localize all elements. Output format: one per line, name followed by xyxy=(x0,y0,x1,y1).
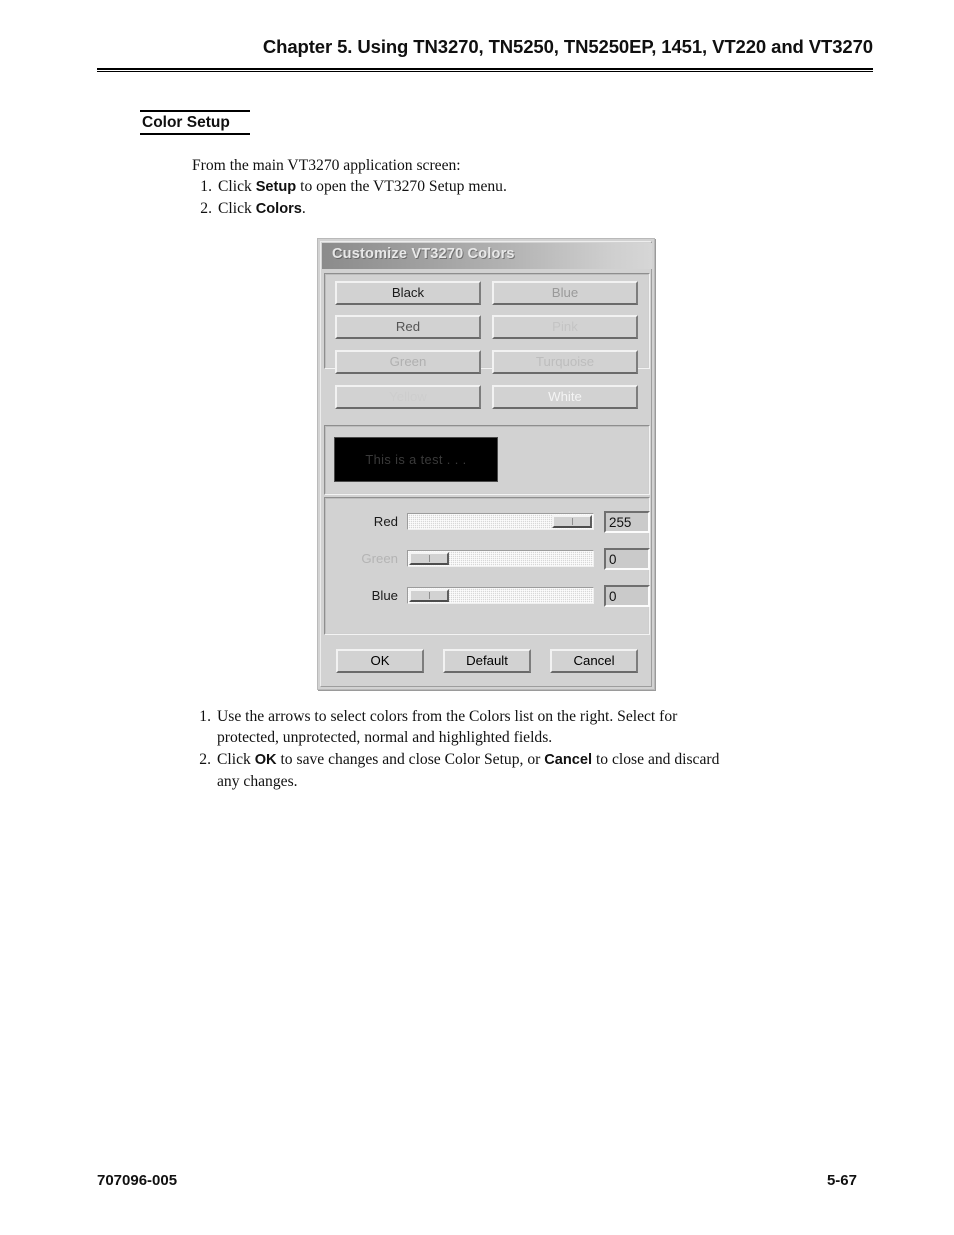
list-item: 1. Use the arrows to select colors from t… xyxy=(192,706,790,748)
intro-block: From the main VT3270 application screen:… xyxy=(192,155,792,220)
list-item: 2. Click OK to save changes and close Col… xyxy=(192,749,790,792)
color-button-label: Yellow xyxy=(389,389,427,405)
color-button-white[interactable]: White xyxy=(492,385,638,409)
value-field-blue[interactable]: 0 xyxy=(604,585,650,607)
color-button-black[interactable]: Black xyxy=(335,281,481,305)
value-text: 255 xyxy=(609,514,632,530)
color-button-label: White xyxy=(548,389,582,405)
step-text-line1: Use the arrows to select colors from the… xyxy=(217,708,678,725)
step-text-pre: Click xyxy=(217,751,255,768)
default-button[interactable]: Default xyxy=(443,649,531,673)
value-text: 0 xyxy=(609,588,617,604)
value-text: 0 xyxy=(609,551,617,567)
step-text-pre: Click xyxy=(218,200,256,217)
slider-label-green: Green xyxy=(361,551,398,566)
button-label: Default xyxy=(466,653,508,669)
slider-thumb-green[interactable] xyxy=(409,552,449,565)
color-button-label: Blue xyxy=(551,285,579,301)
intro-steps-list: 1. Click Setup to open the VT3270 Setup m… xyxy=(192,176,792,220)
page-title: Color Setup xyxy=(142,114,230,131)
section-rule-bottom xyxy=(140,133,250,135)
slider-row-blue: Blue 0 xyxy=(324,585,650,607)
slider-row-green: Green 0 xyxy=(324,548,650,570)
step-number: 2. xyxy=(200,200,212,217)
step-text-line2: protected, unprotected, normal and highl… xyxy=(217,729,553,746)
ok-button[interactable]: OK xyxy=(336,649,424,673)
slider-label-blue: Blue xyxy=(371,588,398,603)
step-text-mid: to save changes and close Color Setup, o… xyxy=(276,751,545,768)
button-label: OK xyxy=(370,653,390,669)
step-number: 2. xyxy=(199,751,211,768)
after-steps-list: 1. Use the arrows to select colors from t… xyxy=(192,706,790,792)
color-button-pink[interactable]: Pink xyxy=(492,315,638,339)
intro-lead: From the main VT3270 application screen: xyxy=(192,157,461,174)
customize-colors-dialog[interactable]: Customize VT3270 Colors Black Blue Red P… xyxy=(317,238,655,690)
color-button-label: Green xyxy=(389,354,427,370)
slider-track-green[interactable] xyxy=(407,550,594,567)
value-field-green[interactable]: 0 xyxy=(604,548,650,570)
color-button-label: Black xyxy=(391,285,425,301)
slider-track-blue[interactable] xyxy=(407,587,594,604)
dialog-title: Customize VT3270 Colors xyxy=(332,246,515,262)
cancel-button[interactable]: Cancel xyxy=(550,649,638,673)
dialog-titlebar[interactable]: Customize VT3270 Colors xyxy=(322,243,652,269)
after-block: 1. Use the arrows to select colors from t… xyxy=(192,706,790,793)
section-heading-block: Color Setup xyxy=(140,110,250,135)
footer-page-number: 5-67 xyxy=(826,1172,857,1189)
color-button-label: Pink xyxy=(552,319,578,335)
step-text-bold: Setup xyxy=(255,179,297,195)
slider-track-red[interactable] xyxy=(407,513,594,530)
step-text-bold-cancel: Cancel xyxy=(544,752,593,768)
color-button-red[interactable]: Red xyxy=(335,315,481,339)
chapter-rule xyxy=(97,68,873,72)
preview-sample-text: This is a test . . . xyxy=(365,452,467,467)
value-field-red[interactable]: 255 xyxy=(604,511,650,533)
step-text-line2: any changes. xyxy=(217,773,298,790)
step-text-bold-ok: OK xyxy=(254,752,277,768)
slider-label-red: Red xyxy=(373,514,398,529)
slider-thumb-blue[interactable] xyxy=(409,589,449,602)
color-button-green[interactable]: Green xyxy=(335,350,481,374)
color-button-blue[interactable]: Blue xyxy=(492,281,638,305)
step-text-pre: Click xyxy=(218,178,256,195)
step-text-post: . xyxy=(301,200,306,217)
color-button-turquoise[interactable]: Turquoise xyxy=(492,350,638,374)
step-text-post: to close and discard xyxy=(592,751,720,768)
chapter-running-head: Chapter 5. Using TN3270, TN5250, TN5250E… xyxy=(262,36,873,57)
list-item: 1. Click Setup to open the VT3270 Setup m… xyxy=(192,176,792,198)
step-number: 1. xyxy=(200,178,212,195)
color-preview-swatch: This is a test . . . xyxy=(334,437,498,482)
color-button-label: Red xyxy=(395,319,421,335)
footer-document-number: 707096-005 xyxy=(97,1172,178,1189)
step-number: 1. xyxy=(199,708,211,725)
step-text-bold: Colors xyxy=(255,201,302,217)
color-button-yellow[interactable]: Yellow xyxy=(335,385,481,409)
slider-row-red: Red 255 xyxy=(324,511,650,533)
list-item: 2. Click Colors. xyxy=(192,198,792,220)
color-button-label: Turquoise xyxy=(535,354,595,370)
button-label: Cancel xyxy=(573,653,615,669)
step-text-post: to open the VT3270 Setup menu. xyxy=(296,178,507,195)
slider-thumb-red[interactable] xyxy=(552,515,592,528)
